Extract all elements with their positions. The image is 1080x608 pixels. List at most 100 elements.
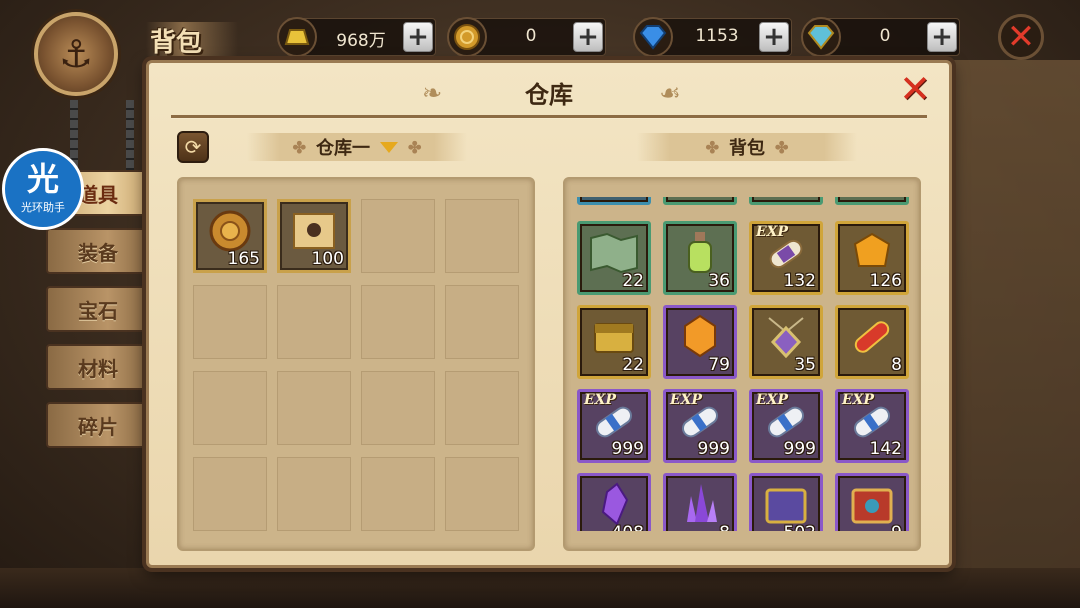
resource-coin: 0 + [447,17,606,57]
bag-item[interactable]: 502 [749,473,823,531]
crystal-icon [801,17,841,57]
warehouse-slot-empty[interactable] [193,285,267,359]
compass-medal-icon [204,208,256,254]
refresh-button[interactable]: ⟳ [177,131,209,163]
bag-item[interactable]: 9 [835,473,909,531]
ribbon-ornament-icon: ✤ [775,137,789,157]
warehouse-slot[interactable]: 100 [277,199,351,273]
spell-book-icon [758,480,814,528]
firework-scroll-icon [844,312,900,360]
warehouse-slot-empty[interactable] [193,457,267,531]
bag-item-partial[interactable] [749,197,823,205]
resource-crystal: 0 + [801,17,960,57]
warehouse-slot-empty[interactable] [445,199,519,273]
anchor-emblem-icon: ⚓ [34,12,118,96]
ribbon-ornament-icon: ✤ [408,137,422,157]
background-map [940,60,1080,580]
resource-value: 0 [879,26,891,46]
bag-item-partial[interactable] [835,197,909,205]
item-count: 999 [697,439,730,459]
bag-item-partial[interactable] [577,197,651,205]
tab-fragments[interactable]: 碎片 [46,402,150,448]
warehouse-selector-label: 仓库一 [316,138,370,159]
warehouse-grid-box: 165 100 [177,177,535,551]
resource-value: 968万 [336,31,386,51]
item-count: 999 [783,439,816,459]
helper-badge[interactable]: 光 光环助手 [2,148,84,230]
warehouse-slot-empty[interactable] [277,371,351,445]
bag-grid-box: 22 36 EXP 132 126 22 79 35 8 EXP 999 EXP… [563,177,921,551]
background-floor [0,568,1080,608]
bag-item[interactable]: EXP 142 [835,389,909,463]
add-diamond-button[interactable]: + [759,22,789,52]
item-count: 165 [227,249,260,269]
warehouse-slot-empty[interactable] [193,371,267,445]
potion-icon [672,228,728,276]
warehouse-slot-empty[interactable] [361,457,435,531]
ribbon-ornament-icon: ✤ [292,137,306,157]
item-count: 35 [794,355,816,375]
treasure-map-icon [288,208,340,254]
bag-item[interactable]: EXP 999 [749,389,823,463]
bag-item[interactable]: EXP 999 [577,389,651,463]
bag-header-label: 背包 [729,138,765,159]
warehouse-slot-empty[interactable] [361,199,435,273]
item-count: 8 [891,355,902,375]
helper-logo-text: 光 [26,160,59,198]
bag-scroll-area[interactable]: 22 36 EXP 132 126 22 79 35 8 EXP 999 EXP… [573,197,915,531]
bag-item[interactable]: 126 [835,221,909,295]
bag-item[interactable]: 36 [663,221,737,295]
bag-item[interactable]: 79 [663,305,737,379]
add-coin-button[interactable]: + [573,22,603,52]
bag-item[interactable]: 22 [577,221,651,295]
warehouse-slot-empty[interactable] [361,371,435,445]
item-count: 999 [611,439,644,459]
bag-item[interactable]: EXP 999 [663,389,737,463]
bag-item[interactable]: 22 [577,305,651,379]
warehouse-slot-empty[interactable] [361,285,435,359]
resource-diamond: 1153 + [633,17,792,57]
triangle-down-icon [380,141,398,153]
item-count: 132 [783,271,816,291]
refresh-icon: ⟳ [184,135,202,159]
warehouse-panel: ❧ 仓库 ☙ ✕ ⟳ ✤ 仓库一 ✤ ✤ 背包 ✤ 165 100 22 36 … [146,60,952,568]
tab-materials[interactable]: 材料 [46,344,150,390]
exp-scroll-icon [586,396,642,444]
diamond-icon [633,17,673,57]
bag-item[interactable]: 8 [663,473,737,531]
exp-scroll-icon [758,228,814,276]
bag-item[interactable]: 408 [577,473,651,531]
warehouse-selector[interactable]: ✤ 仓库一 ✤ [247,133,467,161]
warehouse-slot[interactable]: 165 [193,199,267,273]
tab-gems[interactable]: 宝石 [46,286,150,332]
item-count: 408 [612,523,644,531]
add-crystal-button[interactable]: + [927,22,957,52]
item-count: 22 [622,355,644,375]
item-count: 8 [719,523,730,531]
resource-value: 1153 [695,26,739,46]
tab-equipment[interactable]: 装备 [46,228,150,274]
item-count: 502 [784,523,816,531]
warehouse-slot-empty[interactable] [277,285,351,359]
ribbon-ornament-icon: ✤ [705,137,719,157]
chest-icon [586,312,642,360]
purple-crystal-cluster-icon [672,480,728,528]
warehouse-slot-empty[interactable] [277,457,351,531]
warehouse-slot-empty[interactable] [445,285,519,359]
item-count: 22 [622,271,644,291]
exp-scroll-icon [758,396,814,444]
bag-item[interactable]: 8 [835,305,909,379]
warehouse-slot-empty[interactable] [445,457,519,531]
red-book-icon [844,480,900,528]
bag-item[interactable]: 35 [749,305,823,379]
close-icon[interactable]: ✕ [897,70,933,108]
bag-item[interactable]: EXP 132 [749,221,823,295]
close-icon[interactable]: ✕ [998,14,1044,60]
item-count: 100 [311,249,344,269]
warehouse-slot-empty[interactable] [445,371,519,445]
bag-item-partial[interactable] [663,197,737,205]
add-gold-button[interactable]: + [403,22,433,52]
bag-header: ✤ 背包 ✤ [637,133,857,161]
map-icon [586,228,642,276]
flourish-right-icon: ☙ [659,79,681,107]
